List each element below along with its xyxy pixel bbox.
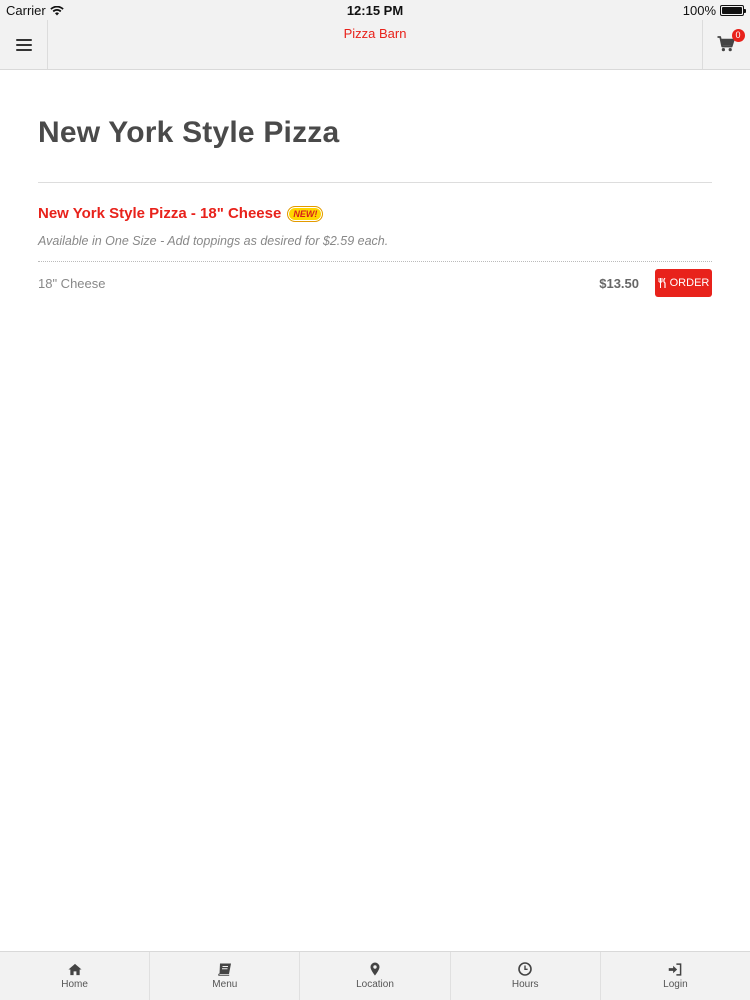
price-row: 18" Cheese $13.50 ORDER: [38, 269, 712, 297]
item-name[interactable]: New York Style Pizza - 18" Cheese: [38, 205, 281, 222]
tab-hours-label: Hours: [511, 979, 539, 990]
order-button[interactable]: ORDER: [655, 269, 712, 297]
battery-icon: [720, 5, 746, 16]
tab-hours[interactable]: Hours: [451, 952, 601, 1000]
clock-time: 12:15 PM: [346, 3, 404, 18]
item-description: Available in One Size - Add toppings as …: [38, 234, 389, 248]
home-icon: [68, 962, 82, 976]
cart-count-badge: 0: [731, 28, 745, 42]
tab-home-label: Home: [61, 979, 88, 990]
page-title: New York Style Pizza: [38, 116, 340, 149]
book-icon: [218, 962, 232, 976]
title-divider: [38, 182, 712, 183]
tab-home[interactable]: Home: [0, 952, 151, 1000]
tab-location-label: Location: [356, 979, 394, 990]
battery-percentage: 100%: [682, 3, 716, 18]
menu-item: New York Style Pizza - 18" Cheese NEW! A…: [38, 205, 712, 297]
dotted-divider: [38, 261, 712, 262]
cart-button[interactable]: 0: [702, 20, 750, 69]
tab-location[interactable]: Location: [300, 952, 451, 1000]
tab-menu-label: Menu: [212, 979, 238, 990]
bottom-tab-bar: Home Menu Location Hours Login: [0, 951, 750, 1000]
size-label: 18" Cheese: [38, 275, 106, 291]
clock-icon: [518, 962, 533, 976]
location-pin-icon: [368, 962, 382, 976]
new-badge: NEW!: [287, 205, 324, 222]
navigation-bar: Pizza Barn 0: [0, 20, 750, 70]
status-bar: Carrier 12:15 PM 100%: [0, 0, 750, 20]
item-price: $13.50: [599, 276, 639, 291]
app-title: Pizza Barn: [343, 26, 407, 41]
battery-indicator: 100%: [682, 3, 746, 18]
order-button-label: ORDER: [669, 277, 710, 289]
cutlery-icon: [658, 278, 666, 288]
main-content: New York Style Pizza New York Style Pizz…: [38, 70, 712, 297]
tab-login[interactable]: Login: [601, 952, 750, 1000]
item-heading: New York Style Pizza - 18" Cheese NEW!: [38, 205, 712, 222]
tab-menu[interactable]: Menu: [150, 952, 301, 1000]
login-icon: [668, 962, 682, 976]
battery-fill: [722, 7, 742, 14]
tab-login-label: Login: [663, 979, 688, 990]
